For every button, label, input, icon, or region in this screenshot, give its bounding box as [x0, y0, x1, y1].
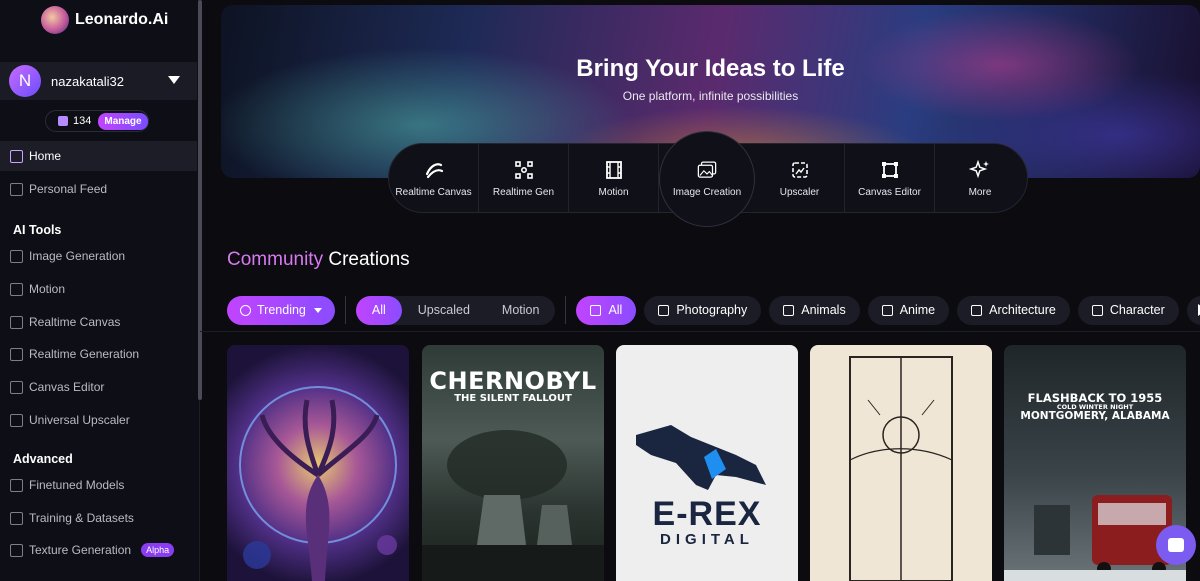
grid-icon [10, 182, 23, 196]
sidebar-item-canvas-editor[interactable]: Canvas Editor [0, 372, 197, 402]
sidebar-item-universal-upscaler[interactable]: Universal Upscaler [0, 405, 197, 435]
filter-bar: Trending All Upscaled Motion All Photogr… [227, 295, 1200, 325]
brand-logo[interactable]: Leonardo.Ai [41, 6, 168, 34]
person-icon [1091, 304, 1103, 316]
sidebar-item-image-generation[interactable]: Image Generation [0, 241, 197, 271]
star-icon [881, 304, 893, 316]
section-title-community: Community Creations [227, 249, 410, 270]
creation-card[interactable]: CHERNOBYL THE SILENT FALLOUT [422, 345, 604, 581]
category-all[interactable]: All [576, 295, 637, 325]
sidebar-item-texture-generation[interactable]: Texture Generation Alpha [0, 535, 197, 565]
home-icon [10, 149, 23, 163]
sidebar: Leonardo.Ai N nazakatali32 134 Manage Ho… [0, 0, 200, 581]
token-count: 134 [73, 115, 92, 127]
flame-icon [240, 304, 251, 316]
hero-subtitle: One platform, infinite possibilities [622, 89, 799, 103]
chat-icon [1168, 538, 1184, 552]
hero-title: Bring Your Ideas to Life [576, 55, 845, 82]
section-advanced: Advanced [13, 452, 73, 466]
type-segmented-control: All Upscaled Motion [355, 295, 556, 325]
grid-icon [590, 304, 602, 316]
brand-wordmark: Leonardo.Ai [75, 11, 169, 28]
sidebar-item-personal-feed[interactable]: Personal Feed [0, 174, 197, 204]
type-all[interactable]: All [355, 295, 402, 325]
token-icon [58, 116, 68, 126]
sidebar-item-realtime-canvas[interactable]: Realtime Canvas [0, 307, 197, 337]
divider [344, 296, 346, 324]
tool-canvas-editor[interactable]: Canvas Editor [845, 144, 935, 212]
tool-motion[interactable]: Motion [569, 144, 659, 212]
sidebar-item-motion[interactable]: Motion [0, 274, 197, 304]
category-anime[interactable]: Anime [867, 295, 950, 325]
cosmic-tree-image [239, 386, 397, 581]
dots-grid-icon [513, 159, 535, 181]
type-upscaled[interactable]: Upscaled [402, 296, 486, 325]
sidebar-item-realtime-generation[interactable]: Realtime Generation [0, 339, 197, 369]
paw-icon [783, 304, 795, 316]
database-icon [10, 511, 23, 525]
logo-icon [41, 6, 69, 34]
tool-realtime-canvas[interactable]: Realtime Canvas [389, 144, 479, 212]
avatar: N [9, 65, 41, 97]
brush-icon [10, 315, 23, 329]
creation-card[interactable] [810, 345, 992, 581]
category-character[interactable]: Character [1077, 295, 1179, 325]
sidebar-item-finetuned-models[interactable]: Finetuned Models [0, 470, 197, 500]
upscale-icon [789, 159, 811, 181]
creation-card[interactable]: E-REX DIGITAL [616, 345, 798, 581]
category-photography[interactable]: Photography [644, 295, 762, 325]
support-chat-button[interactable] [1156, 525, 1196, 565]
token-balance: 134 Manage [45, 110, 149, 132]
sidebar-item-home[interactable]: Home [0, 141, 197, 171]
manage-button[interactable]: Manage [98, 112, 148, 130]
film-icon [603, 159, 625, 181]
sort-dropdown[interactable]: Trending [227, 295, 335, 325]
cube-icon [10, 478, 23, 492]
sidebar-scrollbar[interactable] [198, 0, 202, 400]
chevron-down-icon[interactable] [168, 76, 180, 84]
sidebar-item-training-datasets[interactable]: Training & Datasets [0, 503, 197, 533]
building-icon [971, 304, 983, 316]
image-stack-icon [696, 159, 718, 181]
film-icon [10, 282, 23, 296]
brush-icon [423, 159, 445, 181]
type-motion[interactable]: Motion [486, 296, 556, 325]
category-architecture[interactable]: Architecture [957, 295, 1070, 325]
power-plant-image [422, 430, 604, 581]
category-animals[interactable]: Animals [769, 295, 860, 325]
chevron-down-icon [313, 307, 322, 313]
sparkle-icon [969, 159, 991, 181]
divider [565, 296, 567, 324]
tool-upscaler[interactable]: Upscaler [755, 144, 845, 212]
tool-more[interactable]: More [935, 144, 1025, 212]
window-sketch-image [849, 356, 953, 581]
tool-image-creation[interactable]: Image Creation [659, 131, 755, 227]
camera-icon [658, 304, 670, 316]
scroll-right-button[interactable] [1186, 295, 1200, 325]
alpha-badge: Alpha [141, 543, 175, 557]
card-title: E-REX [652, 495, 762, 533]
texture-icon [10, 543, 23, 557]
app-root: Leonardo.Ai N nazakatali32 134 Manage Ho… [0, 0, 1200, 581]
user-menu[interactable]: N nazakatali32 [0, 62, 197, 100]
card-subtitle: DIGITAL [660, 531, 754, 548]
canvas-icon [879, 159, 901, 181]
canvas-icon [10, 380, 23, 394]
divider [200, 331, 1200, 332]
quick-tools-bar: Realtime Canvas Realtime Gen Motion Imag… [388, 131, 1028, 227]
tool-realtime-gen[interactable]: Realtime Gen [479, 144, 569, 212]
upscale-icon [10, 413, 23, 427]
image-icon [10, 249, 23, 263]
username: nazakatali32 [51, 73, 124, 89]
dots-grid-icon [10, 347, 23, 361]
creation-card[interactable] [227, 345, 409, 581]
section-ai-tools: AI Tools [13, 223, 62, 237]
